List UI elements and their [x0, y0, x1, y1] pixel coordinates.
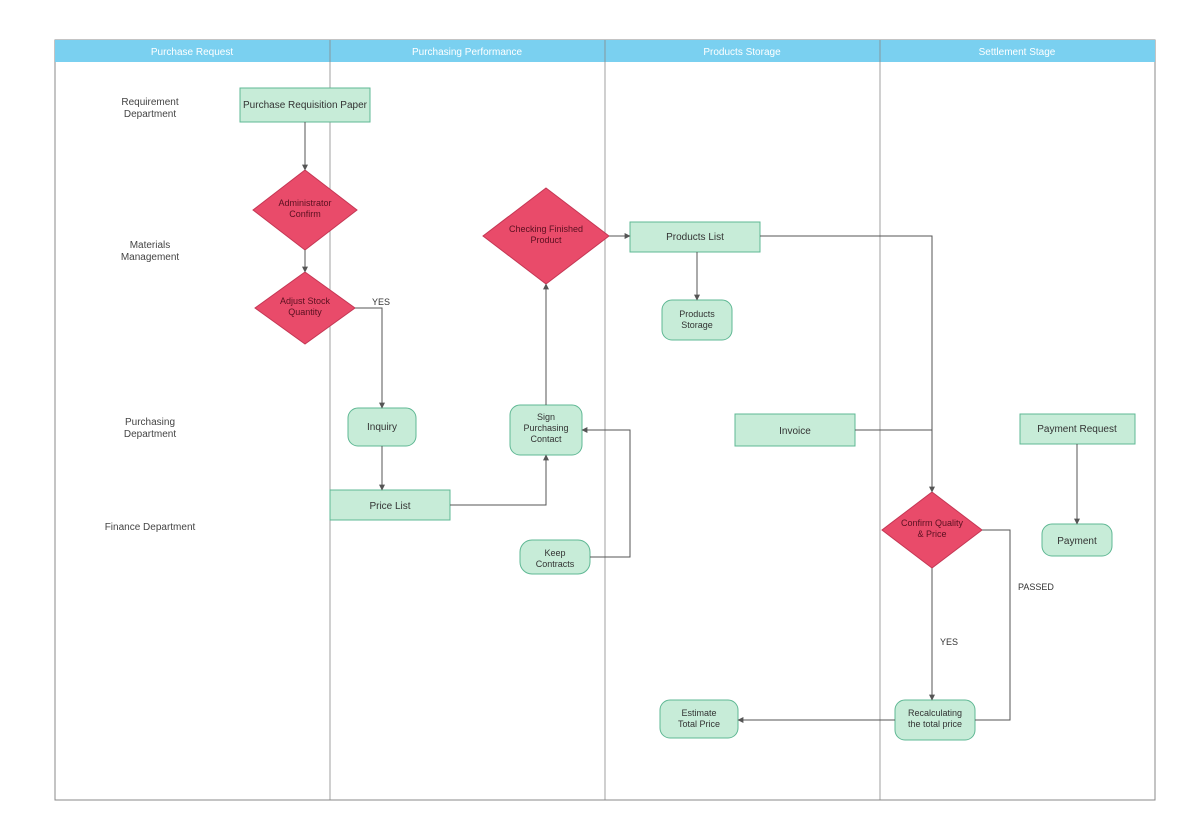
row-label-2b: Management [121, 252, 180, 263]
node-purchase-requisition-label: Purchase Requisition Paper [243, 100, 368, 111]
column-header-3-label: Products Storage [703, 47, 781, 58]
svg-text:Confirm: Confirm [289, 209, 321, 219]
edge-label-yes1: YES [372, 297, 390, 307]
svg-text:Quantity: Quantity [288, 307, 322, 317]
node-adjust-stock: Adjust Stock Quantity [255, 272, 355, 344]
svg-text:Recalculating: Recalculating [908, 708, 962, 718]
row-label-4: Finance Department [105, 522, 196, 533]
svg-text:Confirm Quality: Confirm Quality [901, 518, 964, 528]
node-price-list-label: Price List [369, 501, 410, 512]
edge-confirm-passed [975, 530, 1010, 720]
svg-text:Adjust Stock: Adjust Stock [280, 296, 331, 306]
svg-text:Contact: Contact [530, 434, 562, 444]
row-label-3a: Purchasing [125, 417, 175, 428]
svg-text:Total Price: Total Price [678, 719, 720, 729]
node-payment-label: Payment [1057, 536, 1097, 547]
svg-text:Products: Products [679, 309, 715, 319]
svg-text:Sign: Sign [537, 412, 555, 422]
svg-text:Storage: Storage [681, 320, 713, 330]
node-admin-confirm: Administrator Confirm [253, 170, 357, 250]
row-label-3b: Department [124, 429, 176, 440]
column-header-1-label: Purchase Request [151, 47, 233, 58]
node-checking-finished: Checking Finished Product [483, 188, 609, 284]
node-inquiry-label: Inquiry [367, 422, 397, 433]
swimlane-diagram: Purchase Request Purchasing Performance … [0, 0, 1200, 828]
svg-text:& Price: & Price [917, 529, 946, 539]
row-label-1a: Requirement [121, 97, 178, 108]
svg-text:Keep: Keep [544, 548, 565, 558]
node-products-list-label: Products List [666, 232, 724, 243]
svg-text:Estimate: Estimate [681, 708, 716, 718]
column-header-2-label: Purchasing Performance [412, 47, 522, 58]
edge-adjust-to-inquiry [355, 308, 382, 408]
edge-label-passed: PASSED [1018, 582, 1054, 592]
svg-text:the total price: the total price [908, 719, 962, 729]
node-invoice-label: Invoice [779, 426, 811, 437]
row-label-1b: Department [124, 109, 176, 120]
svg-text:Checking Finished: Checking Finished [509, 224, 583, 234]
column-header-4-label: Settlement Stage [979, 47, 1056, 58]
edge-keep-to-sign [582, 430, 630, 557]
diagram-svg: Purchase Request Purchasing Performance … [0, 0, 1200, 828]
node-payment-request-label: Payment Request [1037, 424, 1117, 435]
svg-text:Purchasing: Purchasing [523, 423, 568, 433]
row-label-2a: Materials [130, 240, 171, 251]
edge-pricelist-to-sign [450, 455, 546, 505]
edge-label-yes2: YES [940, 637, 958, 647]
svg-text:Contracts: Contracts [536, 559, 575, 569]
svg-text:Administrator: Administrator [278, 198, 331, 208]
svg-text:Product: Product [530, 235, 562, 245]
node-confirm-quality-price: Confirm Quality & Price [882, 492, 982, 568]
edge-prodlist-to-confirm [760, 236, 932, 492]
